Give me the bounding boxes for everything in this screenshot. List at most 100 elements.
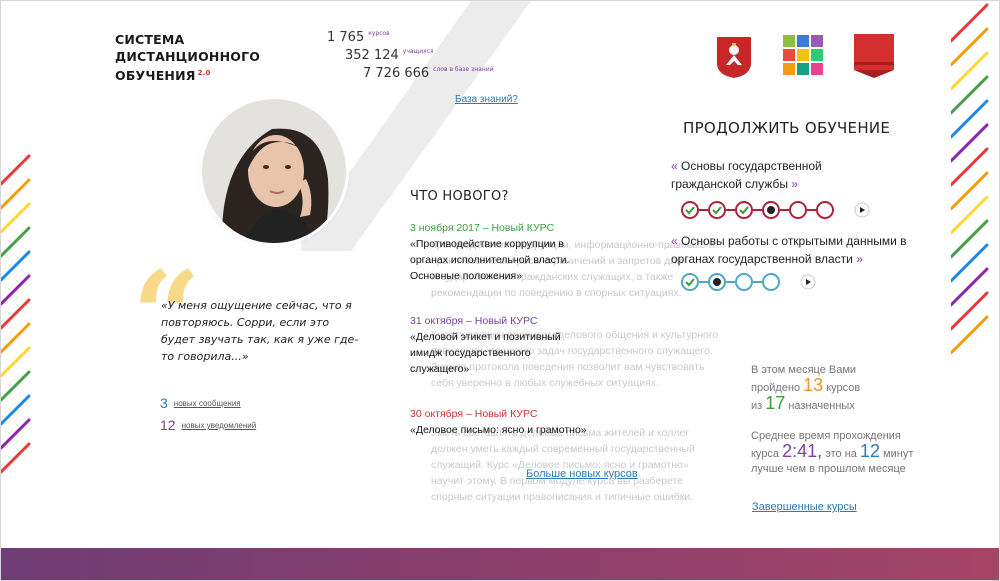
decorative-stripe (1, 418, 31, 450)
decorative-stripe (951, 147, 989, 187)
summary-text: это на (825, 448, 857, 460)
progress-step-todo[interactable] (789, 201, 807, 219)
mosaic-logo-icon[interactable] (782, 34, 824, 76)
user-quote: «У меня ощущение сейчас, что я повторяюс… (161, 299, 359, 363)
progress-step-done[interactable] (708, 201, 726, 219)
summary-line: лучше чем в прошлом месяце (751, 463, 906, 475)
avg-time-summary: Среднее время прохождения курса 2:41, эт… (751, 429, 913, 477)
news-headline[interactable]: «Деловое письмо: ясно и грамотно» (410, 422, 630, 438)
decorative-stripe (1, 442, 31, 474)
summary-text: курса (751, 448, 780, 460)
stat-value: 1 765 (327, 30, 365, 45)
knowledge-base-link[interactable]: База знаний? (455, 94, 518, 105)
news-headline[interactable]: «Противодействие коррупции в органах исп… (410, 236, 580, 284)
stat-value: 352 124 (345, 48, 399, 63)
user-photo (202, 99, 346, 243)
decorative-stripe (951, 99, 989, 139)
decorative-stripe (1, 394, 31, 426)
decorative-stripe (951, 315, 989, 355)
news-headline[interactable]: «Деловой этикет и позитивный имидж госуд… (410, 329, 580, 377)
news-date: 31 октября – Новый КУРС (410, 315, 538, 327)
progress-step-todo[interactable] (762, 273, 780, 291)
messages-count: 3 (160, 395, 168, 411)
left-decorative-stripes (1, 154, 31, 474)
summary-text: минут (883, 448, 914, 460)
brand-version: 2.0 (197, 69, 211, 77)
messages-label[interactable]: новых сообщения (174, 399, 241, 408)
quote-close-icon: » (852, 252, 863, 266)
progress-step-done[interactable] (735, 201, 753, 219)
news-item[interactable]: 3 ноября 2017 – Новый КУРС «Противодейст… (410, 220, 580, 284)
decorative-stripe (951, 171, 989, 211)
current-dot-icon (713, 278, 721, 286)
course-progress (681, 273, 816, 291)
monthly-summary: В этом месяце Вами пройдено 13 курсов из… (751, 363, 860, 414)
course-item[interactable]: « Основы работы с открытыми данными в ор… (671, 232, 921, 268)
decorative-stripe (1, 250, 31, 282)
news-item[interactable]: 31 октября – Новый КУРС «Деловой этикет … (410, 313, 580, 377)
decorative-stripe (951, 195, 989, 235)
news-item[interactable]: 30 октября – Новый КУРС «Деловое письмо:… (410, 406, 630, 438)
decorative-stripe (951, 51, 989, 91)
right-decorative-stripes (951, 3, 989, 355)
decorative-stripe (951, 291, 989, 331)
stat-label: курсов (368, 30, 390, 37)
decorative-stripe (951, 267, 989, 307)
decorative-stripe (1, 298, 31, 330)
course-name[interactable]: Основы государственной гражданской служб… (671, 159, 822, 191)
stat-courses: 1 765 курсов (327, 30, 390, 45)
course-item[interactable]: « Основы государственной гражданской слу… (671, 157, 851, 193)
quote-close-icon: » (787, 177, 798, 191)
brand-line-1: СИСТЕМА (115, 32, 185, 47)
progress-step-done[interactable] (681, 201, 699, 219)
decorative-stripe (1, 274, 31, 306)
summary-text: курсов (826, 382, 861, 394)
course-name[interactable]: Основы работы с открытыми данными в орга… (671, 234, 906, 266)
decorative-stripe (1, 322, 31, 354)
decorative-stripe (951, 27, 989, 67)
faster-minutes: 12 (859, 441, 880, 461)
decorative-stripe (951, 75, 989, 115)
news-date: 3 ноября 2017 – Новый КУРС (410, 222, 555, 234)
moscow-coat-of-arms-icon[interactable] (715, 35, 753, 79)
news-date: 30 октября – Новый КУРС (410, 408, 538, 420)
decorative-stripe (951, 243, 989, 283)
notifications-label[interactable]: новых уведомлений (182, 421, 257, 430)
brand-line-3: ОБУЧЕНИЯ (115, 68, 196, 84)
brand-line-2: ДИСТАНЦИОННОГО (115, 49, 261, 64)
news-title: ЧТО НОВОГО? (410, 189, 509, 204)
completed-count: 13 (803, 375, 824, 395)
more-courses-link[interactable]: Больше новых курсов (524, 468, 640, 480)
avg-time: 2:41, (782, 441, 823, 461)
progress-step-todo[interactable] (816, 201, 834, 219)
decorative-stripe (1, 154, 31, 186)
progress-step-done[interactable] (681, 273, 699, 291)
decorative-stripe (951, 123, 989, 163)
page: СИСТЕМА ДИСТАНЦИОННОГО ОБУЧЕНИЯ 2.0 1 765… (0, 0, 1000, 581)
assigned-count: 17 (765, 393, 786, 413)
summary-line: Среднее время прохождения (751, 430, 901, 442)
brand-title: СИСТЕМА ДИСТАНЦИОННОГО ОБУЧЕНИЯ 2.0 (115, 31, 260, 84)
stat-value: 7 726 666 (363, 66, 430, 81)
quote-open-icon: « (671, 234, 682, 248)
stat-label: учащихся (402, 48, 434, 55)
quote-open-icon: « (671, 159, 682, 173)
completed-courses-link[interactable]: Завершенные курсы (752, 501, 857, 513)
red-banner-logo-icon[interactable] (854, 34, 894, 78)
decorative-stripe (1, 202, 31, 234)
stat-label: слов в базе знаний (433, 66, 494, 73)
stat-words: 7 726 666 слов в базе знаний (363, 66, 494, 81)
notifications-counter[interactable]: 12 новых уведомлений (160, 417, 256, 433)
decorative-stripe (1, 370, 31, 402)
notifications-count: 12 (160, 417, 176, 433)
current-dot-icon (767, 206, 775, 214)
footer-band (1, 548, 999, 580)
progress-step-todo[interactable] (735, 273, 753, 291)
continue-title: ПРОДОЛЖИТЬ ОБУЧЕНИЕ (683, 119, 891, 137)
summary-text: назначенных (788, 400, 855, 412)
decorative-stripe (1, 226, 31, 258)
decorative-stripe (951, 3, 989, 43)
messages-counter[interactable]: 3 новых сообщения (160, 395, 241, 411)
user-avatar[interactable] (202, 99, 346, 243)
course-progress (681, 201, 870, 219)
